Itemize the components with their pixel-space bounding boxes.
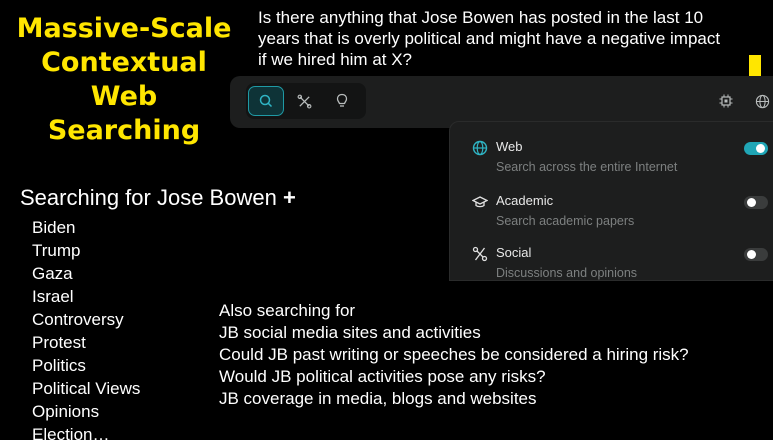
academic-toggle[interactable] [744,196,768,209]
search-term: Gaza [32,264,73,283]
also-searching-label: Also searching for [219,301,356,320]
search-term: Election… [32,425,110,440]
lightbulb-icon [336,93,348,107]
social-icon [472,246,488,262]
heading-text: Searching for Jose Bowen [20,185,283,210]
source-description: Search academic papers [496,214,635,228]
also-searching-item: JB coverage in media, blogs and websites [219,389,537,408]
model-selector-button[interactable] [715,90,737,112]
search-icon [259,94,273,108]
source-description: Discussions and opinions [496,266,638,280]
also-searching-item: Would JB political activities pose any r… [219,367,546,386]
search-term: Israel [32,287,74,306]
source-name: Academic [496,193,554,208]
web-toggle[interactable] [744,142,768,155]
search-query-text: Is there anything that Jose Bowen has po… [258,8,721,69]
also-searching-block: Also searching for JB social media sites… [219,300,689,410]
search-term: Political Views [32,379,141,398]
search-term: Politics [32,356,86,375]
searching-heading: Searching for Jose Bowen + [20,185,296,211]
search-term: Trump [32,241,81,260]
labs-mode-button[interactable] [324,86,360,116]
graduation-cap-icon [472,196,488,208]
source-item-social[interactable]: Social Discussions and opinions [450,243,773,291]
social-toggle[interactable] [744,248,768,261]
source-name: Social [496,245,532,260]
search-mode-selector [246,83,366,119]
slide-title: Massive-Scale Contextual Web Searching [16,13,232,146]
search-term: Protest [32,333,86,352]
also-searching-item: JB social media sites and activities [219,323,481,342]
source-name: Web [496,139,523,154]
search-mode-button[interactable] [248,86,284,116]
source-item-web[interactable]: Web Search across the entire Internet [450,137,773,185]
also-searching-item: Could JB past writing or speeches be con… [219,345,689,364]
source-description: Search across the entire Internet [496,160,678,174]
sources-button[interactable] [751,90,773,112]
globe-icon [472,140,488,156]
focus-icon [297,94,311,108]
search-term: Controversy [32,310,124,329]
plus-sign: + [282,185,296,210]
search-term: Opinions [32,402,100,421]
source-item-academic[interactable]: Academic Search academic papers [450,191,773,239]
search-terms-list: Biden Trump Gaza Israel Controversy Prot… [32,216,140,440]
globe-icon [755,94,769,108]
chip-icon [719,94,733,108]
research-mode-button[interactable] [286,86,322,116]
sources-dropdown: Web Search across the entire Internet Ac… [449,121,773,281]
search-term: Biden [32,218,76,237]
